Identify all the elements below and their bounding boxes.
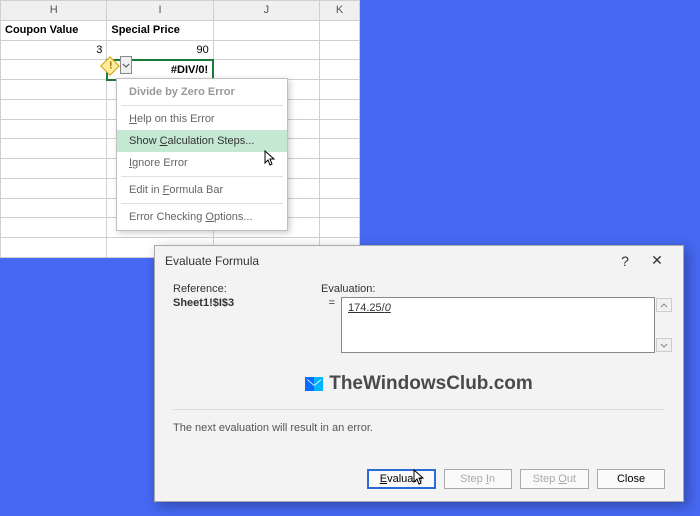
dialog-titlebar[interactable]: Evaluate Formula ? ✕ bbox=[155, 246, 683, 275]
menu-ignore-error[interactable]: Ignore Error bbox=[117, 152, 287, 174]
cell-k1[interactable] bbox=[320, 20, 360, 40]
menu-edit-formula-bar[interactable]: Edit in Formula Bar bbox=[117, 179, 287, 201]
envelope-icon bbox=[305, 377, 323, 391]
dialog-close-button[interactable]: ✕ bbox=[641, 252, 673, 269]
equals-sign: = bbox=[321, 297, 335, 309]
cursor-icon bbox=[413, 469, 427, 487]
dialog-status-message: The next evaluation will result in an er… bbox=[173, 409, 665, 434]
step-in-button[interactable]: Step In bbox=[444, 469, 512, 489]
close-button[interactable]: Close bbox=[597, 469, 665, 489]
reference-label: Reference: bbox=[173, 283, 321, 295]
error-context-menu: Divide by Zero Error Help on this Error … bbox=[116, 78, 288, 231]
chevron-down-icon bbox=[660, 343, 668, 348]
cursor-icon bbox=[264, 150, 278, 168]
col-header-k[interactable]: K bbox=[320, 1, 360, 21]
chevron-up-icon bbox=[660, 303, 668, 308]
menu-separator bbox=[121, 176, 283, 177]
col-header-j[interactable]: J bbox=[213, 1, 319, 21]
cell-i1[interactable]: Special Price bbox=[107, 20, 213, 40]
evaluation-label: Evaluation: bbox=[321, 283, 655, 295]
cell-h2[interactable]: 3 bbox=[1, 40, 107, 60]
error-dropdown-button[interactable] bbox=[120, 56, 132, 74]
cell-k3[interactable] bbox=[320, 60, 360, 80]
menu-error-options[interactable]: Error Checking Options... bbox=[117, 206, 287, 228]
reference-value: Sheet1!$I$3 bbox=[173, 297, 321, 309]
scroll-down-button[interactable] bbox=[656, 338, 672, 352]
formula-text: 174.25/0 bbox=[348, 302, 391, 314]
scroll-up-button[interactable] bbox=[656, 298, 672, 312]
menu-show-calc-steps[interactable]: Show Calculation Steps... bbox=[117, 130, 287, 152]
cell-k2[interactable] bbox=[320, 40, 360, 60]
cell-h3[interactable] bbox=[1, 60, 107, 80]
evaluate-formula-dialog: Evaluate Formula ? ✕ Reference: Sheet1!$… bbox=[154, 245, 684, 502]
cell-h1[interactable]: Coupon Value bbox=[1, 20, 107, 40]
evaluation-box[interactable]: 174.25/0 bbox=[341, 297, 655, 353]
watermark: TheWindowsClub.com bbox=[173, 373, 665, 395]
cell-j3[interactable] bbox=[213, 60, 319, 80]
menu-separator bbox=[121, 105, 283, 106]
step-out-button[interactable]: Step Out bbox=[520, 469, 589, 489]
chevron-down-icon bbox=[122, 63, 130, 68]
cell-j1[interactable] bbox=[213, 20, 319, 40]
col-header-h[interactable]: H bbox=[1, 1, 107, 21]
col-header-i[interactable]: I bbox=[107, 1, 213, 21]
menu-separator bbox=[121, 203, 283, 204]
menu-title: Divide by Zero Error bbox=[117, 81, 287, 103]
cell-j2[interactable] bbox=[213, 40, 319, 60]
dialog-help-button[interactable]: ? bbox=[609, 253, 641, 269]
dialog-title-text: Evaluate Formula bbox=[165, 254, 259, 268]
menu-help-error[interactable]: Help on this Error bbox=[117, 108, 287, 130]
